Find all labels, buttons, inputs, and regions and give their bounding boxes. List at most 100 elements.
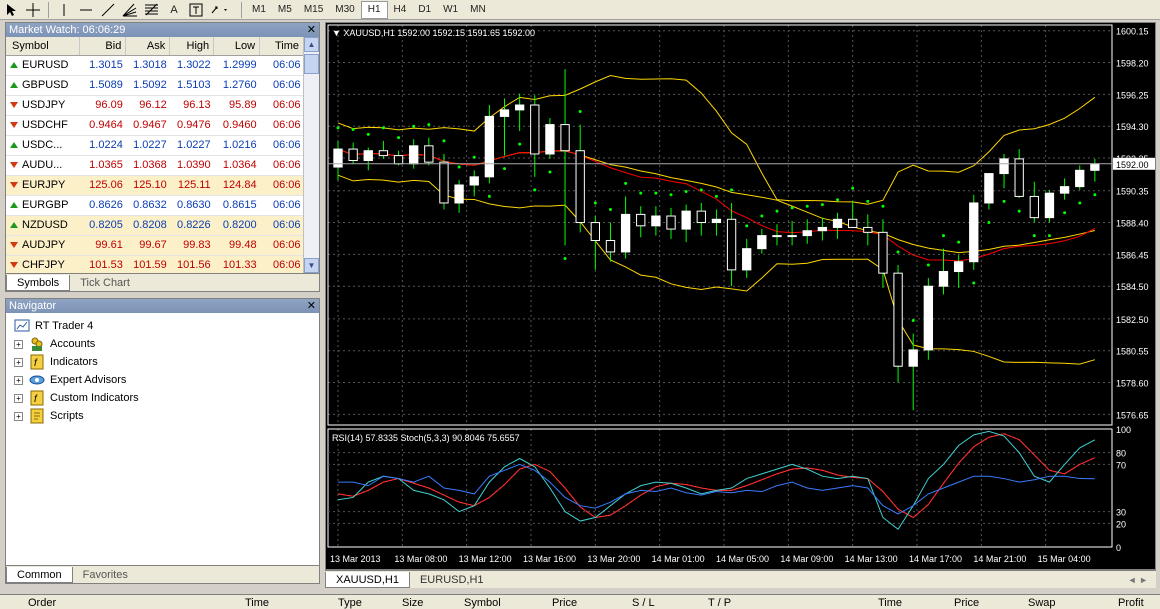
- time-cell: 06:06: [259, 175, 304, 196]
- timeframe-m1[interactable]: M1: [246, 1, 272, 19]
- column-bid[interactable]: Bid: [79, 37, 127, 56]
- expand-icon[interactable]: +: [14, 375, 23, 385]
- terminal-column[interactable]: Time: [245, 597, 269, 609]
- scroll-down-icon[interactable]: ▼: [304, 258, 319, 273]
- timeframe-h1[interactable]: H1: [360, 0, 388, 19]
- tab-common[interactable]: Common: [6, 566, 73, 583]
- table-row[interactable]: CHFJPY 101.53 101.59 101.56 101.33 06:06: [6, 255, 304, 276]
- terminal-column[interactable]: Price: [954, 597, 979, 609]
- price-chart[interactable]: 1600.151598.201596.251594.301592.351590.…: [326, 23, 1157, 571]
- expand-icon[interactable]: +: [14, 357, 23, 367]
- terminal-column[interactable]: T / P: [708, 597, 731, 609]
- expand-icon[interactable]: +: [14, 393, 23, 403]
- table-row[interactable]: AUDJPY 99.61 99.67 99.83 99.48 06:06: [6, 235, 304, 256]
- table-row[interactable]: EURJPY 125.06 125.10 125.11 124.84 06:06: [6, 175, 304, 196]
- trendline-icon[interactable]: [97, 1, 119, 19]
- timeframe-d1[interactable]: D1: [412, 1, 437, 19]
- expand-icon[interactable]: +: [14, 411, 23, 421]
- text-label-icon[interactable]: [185, 1, 207, 19]
- fibo-icon[interactable]: [141, 1, 163, 19]
- market-watch-tabs: Symbols Tick Chart: [6, 273, 319, 291]
- terminal-column[interactable]: Price: [552, 597, 577, 609]
- terminal-column[interactable]: Size: [402, 597, 423, 609]
- terminal-column[interactable]: Profit: [1118, 597, 1144, 609]
- close-icon[interactable]: ✕: [307, 23, 316, 37]
- ask-cell: 125.10: [125, 175, 170, 196]
- main-plot-frame: [327, 24, 1113, 426]
- tab-symbols[interactable]: Symbols: [6, 274, 71, 291]
- nav-item-custom-indicators[interactable]: + f Custom Indicators: [14, 389, 319, 407]
- nav-item-indicators[interactable]: + f Indicators: [14, 353, 319, 371]
- candle-body: [848, 218, 858, 228]
- market-watch-scrollbar[interactable]: ▲ ▼: [303, 37, 319, 273]
- table-row[interactable]: EURGBP 0.8626 0.8632 0.8630 0.8615 06:06: [6, 195, 304, 216]
- text-icon[interactable]: A: [163, 1, 185, 19]
- terminal-column[interactable]: Time: [878, 597, 902, 609]
- column-ask[interactable]: Ask: [125, 37, 171, 56]
- table-row[interactable]: USDJPY 96.09 96.12 96.13 95.89 06:06: [6, 95, 304, 116]
- terminal-column[interactable]: Order: [28, 597, 56, 609]
- table-row[interactable]: EURUSD 1.3015 1.3018 1.3022 1.2999 06:06: [6, 55, 304, 76]
- expert-advisors-icon: [29, 372, 45, 388]
- sar-dot: [669, 193, 673, 197]
- column-low[interactable]: Low: [213, 37, 261, 56]
- oscillator-axis-label: 70: [1116, 460, 1126, 470]
- arrow-up-icon: [10, 82, 18, 89]
- chart-tab-scroll-icon[interactable]: ◄ ►: [1128, 575, 1148, 585]
- terminal-column[interactable]: Symbol: [464, 597, 501, 609]
- sar-dot: [624, 181, 628, 185]
- horizontal-line-icon[interactable]: [75, 1, 97, 19]
- chart-tab-xauusd-h1[interactable]: XAUUSD,H1: [325, 571, 410, 588]
- timeframe-mn[interactable]: MN: [464, 1, 492, 19]
- candle-body: [938, 271, 949, 287]
- terminal-column[interactable]: Swap: [1028, 597, 1056, 609]
- vertical-line-icon[interactable]: [53, 1, 75, 19]
- close-icon[interactable]: ✕: [307, 299, 316, 313]
- column-time[interactable]: Time: [259, 37, 304, 56]
- timeframe-m30[interactable]: M30: [329, 1, 360, 19]
- market-watch-title: Market Watch: 06:06:29 ✕: [6, 23, 319, 37]
- fibo-fan-icon[interactable]: [119, 1, 141, 19]
- chart-window[interactable]: 1600.151598.201596.251594.301592.351590.…: [325, 22, 1156, 570]
- time-cell: 06:06: [259, 115, 304, 136]
- arrow-down-icon: [10, 262, 18, 269]
- expand-icon[interactable]: +: [14, 339, 23, 349]
- nav-root[interactable]: RT Trader 4: [14, 317, 319, 335]
- price-axis-label: 1584.50: [1116, 282, 1149, 292]
- table-row[interactable]: USDC... 1.0224 1.0227 1.0227 1.0216 06:06: [6, 135, 304, 156]
- candle-body: [454, 184, 464, 204]
- cursor-icon[interactable]: [0, 1, 22, 19]
- timeframe-m15[interactable]: M15: [298, 1, 329, 19]
- timeframe-m5[interactable]: M5: [272, 1, 298, 19]
- chart-tab-eurusd-h1[interactable]: EURUSD,H1: [410, 572, 494, 588]
- terminal-column[interactable]: Type: [338, 597, 362, 609]
- scroll-up-icon[interactable]: ▲: [304, 37, 319, 52]
- market-watch-panel: Market Watch: 06:06:29 ✕ Symbol Bid Ask Hig…: [5, 22, 320, 292]
- arrows-icon[interactable]: [207, 1, 233, 19]
- tab-favorites[interactable]: Favorites: [73, 567, 138, 583]
- tab-tick-chart[interactable]: Tick Chart: [70, 275, 140, 291]
- sar-dot: [487, 194, 491, 198]
- price-axis-label: 1580.55: [1116, 347, 1149, 357]
- timeframe-h4[interactable]: H4: [388, 1, 413, 19]
- table-row[interactable]: NZDUSD 0.8205 0.8208 0.8226 0.8200 06:06: [6, 215, 304, 236]
- column-symbol[interactable]: Symbol: [6, 37, 81, 56]
- scroll-thumb[interactable]: [304, 54, 319, 74]
- sar-dot: [654, 191, 658, 195]
- terminal-column[interactable]: S / L: [632, 597, 655, 609]
- nav-item-scripts[interactable]: + Scripts: [14, 407, 319, 425]
- table-row[interactable]: USDCHF 0.9464 0.9467 0.9476 0.9460 06:06: [6, 115, 304, 136]
- crosshair-icon[interactable]: [22, 1, 44, 19]
- table-row[interactable]: GBPUSD 1.5089 1.5092 1.5103 1.2760 06:06: [6, 75, 304, 96]
- navigator-tabs: Common Favorites: [6, 565, 319, 583]
- sar-dot: [381, 126, 385, 130]
- sar-dot: [1047, 234, 1051, 238]
- sar-dot: [503, 167, 507, 171]
- column-high[interactable]: High: [169, 37, 215, 56]
- nav-item-accounts[interactable]: + Accounts: [14, 335, 319, 353]
- nav-item-expert-advisors[interactable]: + Expert Advisors: [14, 371, 319, 389]
- timeframe-w1[interactable]: W1: [437, 1, 464, 19]
- candle-body: [378, 150, 389, 157]
- table-row[interactable]: AUDU... 1.0365 1.0368 1.0390 1.0364 06:06: [6, 155, 304, 176]
- low-cell: 1.2999: [213, 55, 260, 76]
